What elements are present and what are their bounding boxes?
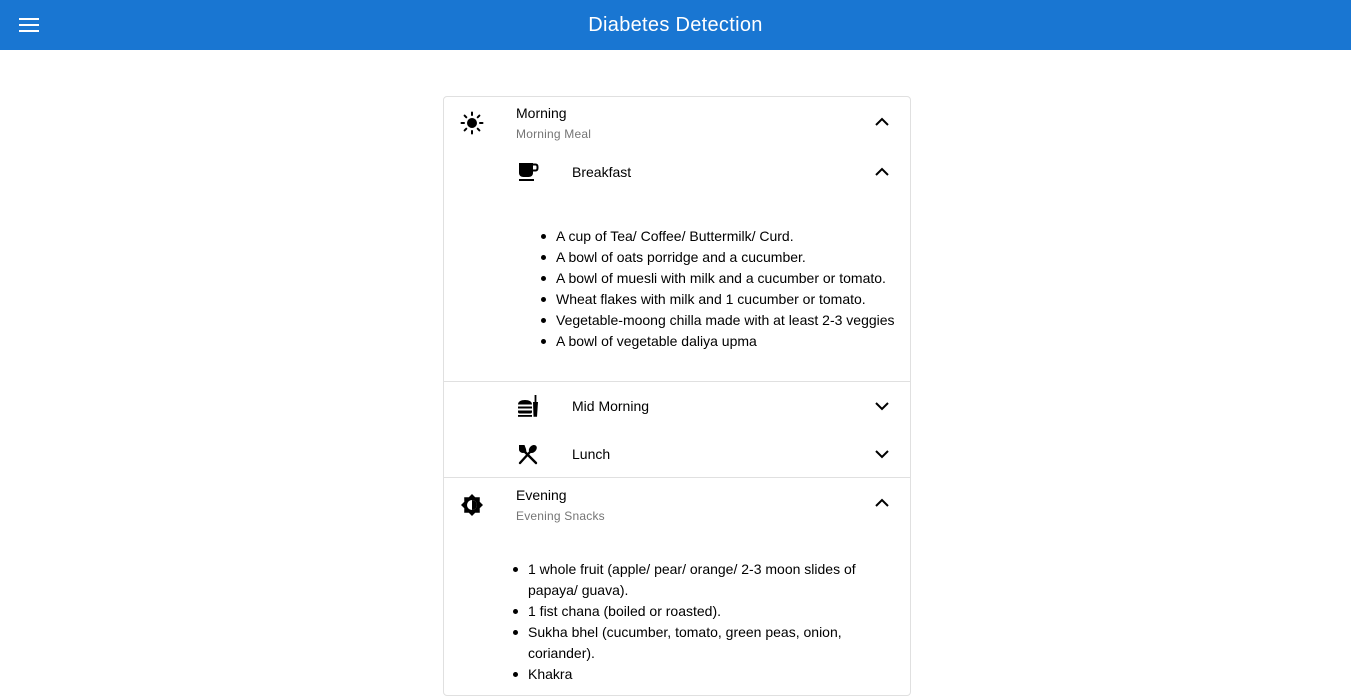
evening-snacks-list: 1 whole fruit (apple/ pear/ orange/ 2-3 … [512,559,896,685]
mid-morning-header[interactable]: Mid Morning [444,382,910,430]
evening-subtitle: Evening Snacks [516,509,605,523]
list-item: 1 whole fruit (apple/ pear/ orange/ 2-3 … [512,559,896,601]
utensils-icon [518,444,538,465]
fastfood-icon [518,395,538,417]
list-item: Khakra [512,664,896,685]
lunch-header[interactable]: Lunch [444,430,910,478]
evening-section-header[interactable]: Evening Evening Snacks [444,478,910,532]
breakfast-list: A cup of Tea/ Coffee/ Buttermilk/ Curd. … [540,226,900,352]
list-item: A bowl of vegetable daliya upma [540,331,900,352]
sun-icon [460,111,484,135]
app-title: Diabetes Detection [588,14,763,36]
list-item: A bowl of muesli with milk and a cucumbe… [540,268,900,289]
mid-morning-title: Mid Morning [572,398,650,414]
brightness-icon [461,494,483,516]
list-item: Wheat flakes with milk and 1 cucumber or… [540,289,900,310]
list-item: 1 fist chana (boiled or roasted). [512,601,896,622]
chevron-up-icon[interactable] [870,160,894,184]
chevron-down-icon[interactable] [870,394,894,418]
meal-plan-card: Morning Morning Meal Breakfast A cup of … [443,96,911,696]
chevron-up-icon[interactable] [870,491,894,515]
list-item: Sukha bhel (cucumber, tomato, green peas… [512,622,896,664]
lunch-title: Lunch [572,446,611,462]
list-item: A bowl of oats porridge and a cucumber. [540,247,900,268]
morning-section-header[interactable]: Morning Morning Meal [444,97,910,151]
morning-title: Morning [516,105,567,121]
morning-subtitle: Morning Meal [516,127,592,141]
app-bar: Diabetes Detection [0,0,1351,50]
chevron-down-icon[interactable] [870,442,894,466]
list-item: Vegetable-moong chilla made with at leas… [540,310,900,331]
chevron-up-icon[interactable] [870,110,894,134]
evening-title: Evening [516,487,567,503]
breakfast-header[interactable]: Breakfast [444,148,910,196]
breakfast-title: Breakfast [572,164,632,180]
coffee-cup-icon [519,163,539,181]
list-item: A cup of Tea/ Coffee/ Buttermilk/ Curd. [540,226,900,247]
